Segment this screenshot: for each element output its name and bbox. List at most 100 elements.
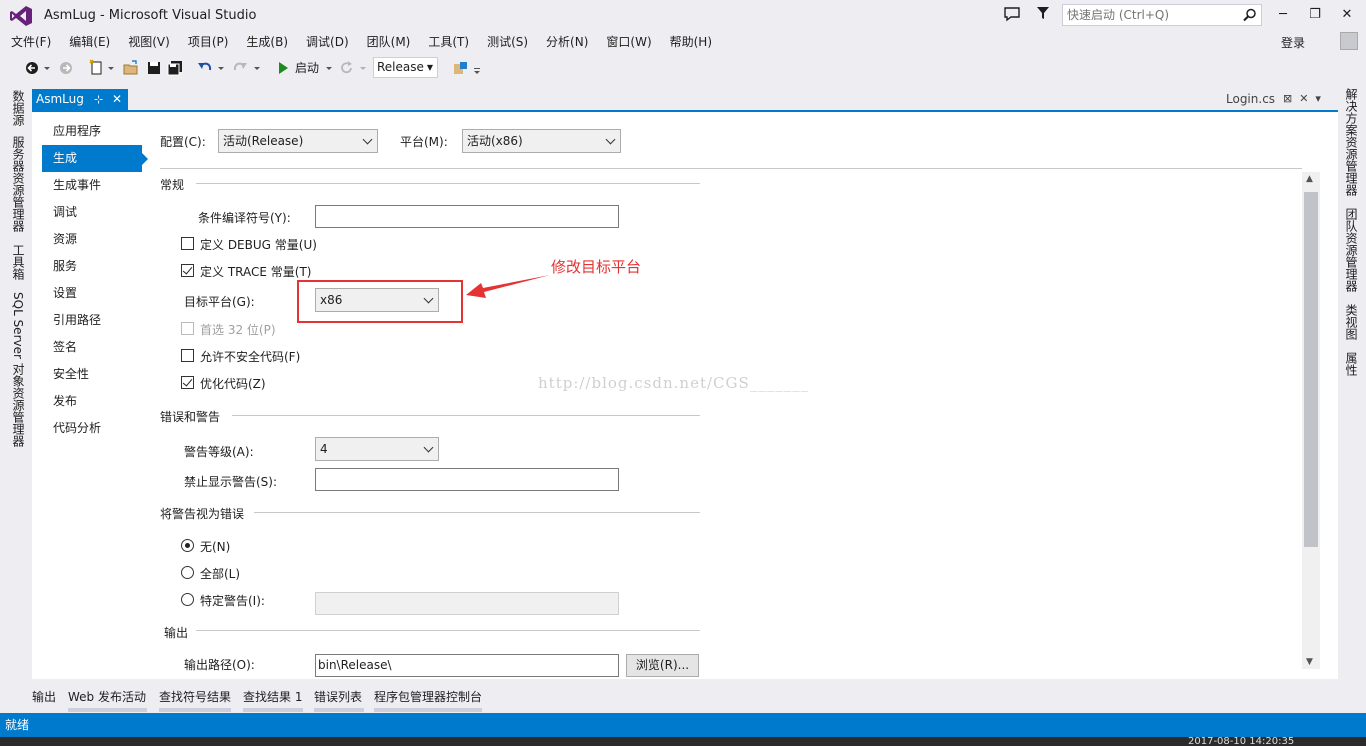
nav-item-reference-paths[interactable]: 引用路径 <box>42 307 142 334</box>
avatar[interactable] <box>1340 32 1358 50</box>
menu-build[interactable]: 生成(B) <box>237 32 297 52</box>
configuration-select[interactable]: 活动(Release) <box>218 129 378 153</box>
find-in-files-icon[interactable] <box>452 58 470 78</box>
nav-item-settings[interactable]: 设置 <box>42 280 142 307</box>
nav-item-signing[interactable]: 签名 <box>42 334 142 361</box>
bottom-tab-error-list[interactable]: 错误列表 <box>314 688 362 705</box>
nav-item-security[interactable]: 安全性 <box>42 361 142 388</box>
menu-edit[interactable]: 编辑(E) <box>60 32 119 52</box>
back-dropdown-icon[interactable] <box>42 58 52 78</box>
toolbar-options-icon[interactable] <box>472 58 482 78</box>
define-trace-checkbox[interactable] <box>181 264 194 277</box>
class-view-tab[interactable]: 类视图 <box>1343 304 1360 340</box>
pin-icon[interactable]: ⊹ <box>94 89 103 110</box>
start-dropdown-icon[interactable] <box>324 58 334 78</box>
menu-project[interactable]: 项目(P) <box>179 32 238 52</box>
treat-specific-radio[interactable] <box>181 593 194 606</box>
quick-launch-input[interactable] <box>1063 5 1235 25</box>
server-explorer-tab[interactable]: 服务器资源管理器 <box>10 136 27 232</box>
start-play-icon[interactable] <box>276 58 290 78</box>
save-all-icon[interactable] <box>166 58 184 78</box>
open-file-icon[interactable] <box>122 58 140 78</box>
suppress-warnings-label: 禁止显示警告(S): <box>184 475 278 489</box>
start-debugging-button[interactable]: 启动 <box>295 58 319 78</box>
bottom-tab-web-publish[interactable]: Web 发布活动 <box>68 688 146 705</box>
warning-level-select[interactable]: 4 <box>315 437 439 461</box>
specific-warnings-input[interactable] <box>315 592 619 615</box>
menu-window[interactable]: 窗口(W) <box>597 32 660 52</box>
optimize-code-checkbox[interactable] <box>181 376 194 389</box>
bottom-tab-find-symbol[interactable]: 查找符号结果 <box>159 688 231 705</box>
solution-configuration-value: Release <box>377 60 424 74</box>
standard-toolbar: 启动 <box>0 54 1366 82</box>
target-platform-label: 目标平台(G): <box>184 295 255 309</box>
solution-explorer-tab[interactable]: 解决方案资源管理器 <box>1343 88 1360 196</box>
tab-login-cs-controls[interactable]: ⊠✕▾ <box>1283 92 1328 105</box>
nav-item-code-analysis[interactable]: 代码分析 <box>42 415 142 442</box>
menu-team[interactable]: 团队(M) <box>358 32 420 52</box>
treat-none-radio[interactable] <box>181 539 194 552</box>
refresh-icon[interactable] <box>339 58 355 78</box>
platform-select[interactable]: 活动(x86) <box>462 129 621 153</box>
minimize-button[interactable]: ─ <box>1268 4 1298 26</box>
properties-tab[interactable]: 属性 <box>1343 352 1360 376</box>
new-project-icon[interactable] <box>88 58 104 78</box>
define-debug-checkbox[interactable] <box>181 237 194 250</box>
scrollbar-thumb[interactable] <box>1304 192 1318 547</box>
bottom-tab-package-manager[interactable]: 程序包管理器控制台 <box>374 688 482 705</box>
menu-view[interactable]: 视图(V) <box>119 32 179 52</box>
menu-tools[interactable]: 工具(T) <box>419 32 478 52</box>
sign-in-link[interactable]: 登录 <box>1281 34 1305 51</box>
undo-dropdown-icon[interactable] <box>216 58 226 78</box>
search-icon[interactable] <box>1243 8 1257 22</box>
nav-item-build-events[interactable]: 生成事件 <box>42 172 142 199</box>
team-explorer-tab[interactable]: 团队资源管理器 <box>1343 208 1360 292</box>
vertical-scrollbar[interactable]: ▲ ▼ <box>1302 172 1320 669</box>
project-properties-page: 应用程序 生成 生成事件 调试 资源 服务 设置 引用路径 签名 安全性 发布 … <box>32 112 1338 679</box>
scroll-up-icon[interactable]: ▲ <box>1306 174 1313 184</box>
tab-login-cs[interactable]: Login.cs <box>1226 92 1275 106</box>
feedback-icon[interactable] <box>1003 6 1021 22</box>
menu-test[interactable]: 测试(S) <box>478 32 537 52</box>
treat-all-radio[interactable] <box>181 566 194 579</box>
close-tab-icon[interactable]: ✕ <box>112 89 122 110</box>
taskbar-clock: 2017-08-10 14:20:35 <box>1188 737 1295 746</box>
nav-item-services[interactable]: 服务 <box>42 253 142 280</box>
save-icon[interactable] <box>146 58 162 78</box>
tab-underline <box>314 708 364 712</box>
close-button[interactable]: ✕ <box>1332 4 1362 26</box>
scroll-down-icon[interactable]: ▼ <box>1306 657 1313 667</box>
forward-icon[interactable] <box>58 58 74 78</box>
tab-asmlug[interactable]: AsmLug ⊹ ✕ <box>32 89 128 110</box>
data-sources-tab[interactable]: 数据源 <box>10 90 27 126</box>
menu-debug[interactable]: 调试(D) <box>297 32 358 52</box>
new-dropdown-icon[interactable] <box>106 58 116 78</box>
menu-help[interactable]: 帮助(H) <box>661 32 721 52</box>
nav-item-debug[interactable]: 调试 <box>42 199 142 226</box>
browse-button[interactable]: 浏览(R)... <box>626 654 699 677</box>
allow-unsafe-checkbox[interactable] <box>181 349 194 362</box>
nav-item-application[interactable]: 应用程序 <box>42 118 142 145</box>
conditional-symbols-input[interactable] <box>315 205 619 228</box>
restore-button[interactable]: ❐ <box>1300 4 1330 26</box>
nav-item-build[interactable]: 生成 <box>42 145 148 172</box>
bottom-tab-output[interactable]: 输出 <box>32 688 56 705</box>
filter-icon[interactable] <box>1036 6 1050 20</box>
toolbox-tab[interactable]: 工具箱 <box>10 244 27 280</box>
nav-item-resources[interactable]: 资源 <box>42 226 142 253</box>
prefer-32bit-checkbox[interactable] <box>181 322 194 335</box>
suppress-warnings-input[interactable] <box>315 468 619 491</box>
solution-configuration-select[interactable]: Release ▼ <box>373 57 438 78</box>
menu-analyze[interactable]: 分析(N) <box>537 32 597 52</box>
back-icon[interactable] <box>24 58 40 78</box>
output-path-input[interactable]: bin\Release\ <box>315 654 619 677</box>
redo-dropdown-icon[interactable] <box>252 58 262 78</box>
menu-file[interactable]: 文件(F) <box>0 32 60 52</box>
undo-icon[interactable] <box>196 58 214 78</box>
refresh-dropdown-icon[interactable] <box>358 58 368 78</box>
quick-launch-box[interactable] <box>1062 4 1262 26</box>
redo-icon[interactable] <box>231 58 249 78</box>
sql-server-object-explorer-tab[interactable]: SQL Server 对象资源管理器 <box>10 292 27 447</box>
bottom-tab-find-results[interactable]: 查找结果 1 <box>243 688 302 705</box>
nav-item-publish[interactable]: 发布 <box>42 388 142 415</box>
